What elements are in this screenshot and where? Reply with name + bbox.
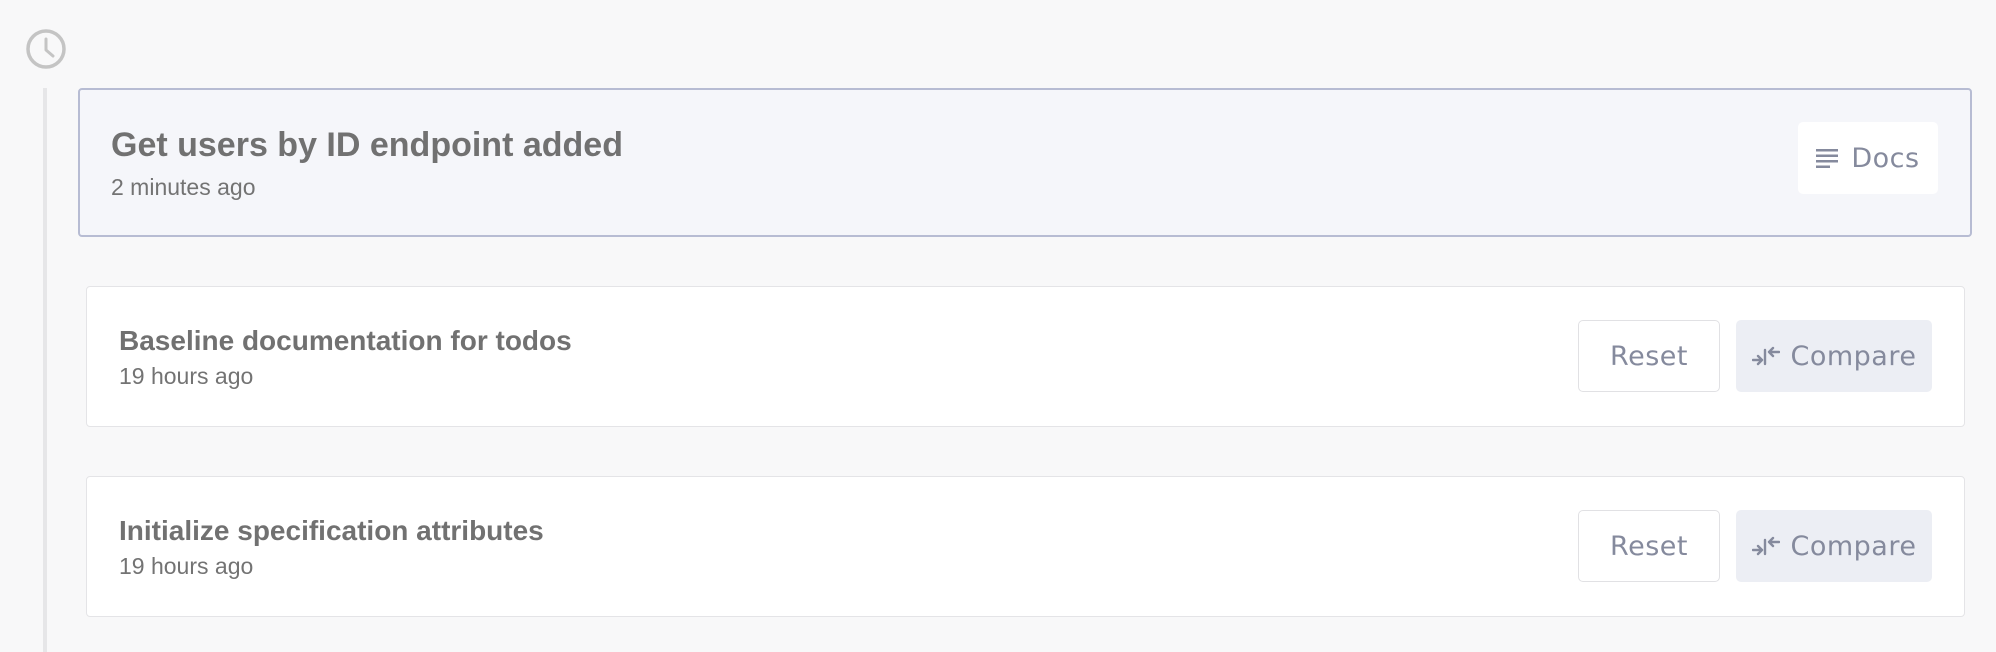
history-title: Baseline documentation for todos [119,325,572,356]
compare-arrows-icon [1751,535,1780,557]
history-title: Initialize specification attributes [119,515,544,546]
compare-button[interactable]: Compare [1736,510,1932,582]
reset-button[interactable]: Reset [1578,510,1720,582]
compare-button[interactable]: Compare [1736,320,1932,392]
reset-button-label: Reset [1610,530,1688,562]
timeline-line [43,88,47,652]
compare-button-label: Compare [1790,340,1917,372]
history-card: Initialize specification attributes 19 h… [86,476,1965,617]
docs-button-label: Docs [1851,142,1920,174]
compare-arrows-icon [1751,345,1780,367]
clock-icon [26,29,66,69]
lines-icon [1816,147,1840,169]
history-time: 19 hours ago [119,553,254,579]
history-time: 19 hours ago [119,363,254,389]
current-version-card: Get users by ID endpoint added 2 minutes… [78,88,1972,237]
reset-button[interactable]: Reset [1578,320,1720,392]
compare-button-label: Compare [1790,530,1917,562]
reset-button-label: Reset [1610,340,1688,372]
history-card: Baseline documentation for todos 19 hour… [86,286,1965,427]
current-version-title: Get users by ID endpoint added [111,126,623,164]
current-version-time: 2 minutes ago [111,174,256,200]
docs-button[interactable]: Docs [1798,122,1938,194]
